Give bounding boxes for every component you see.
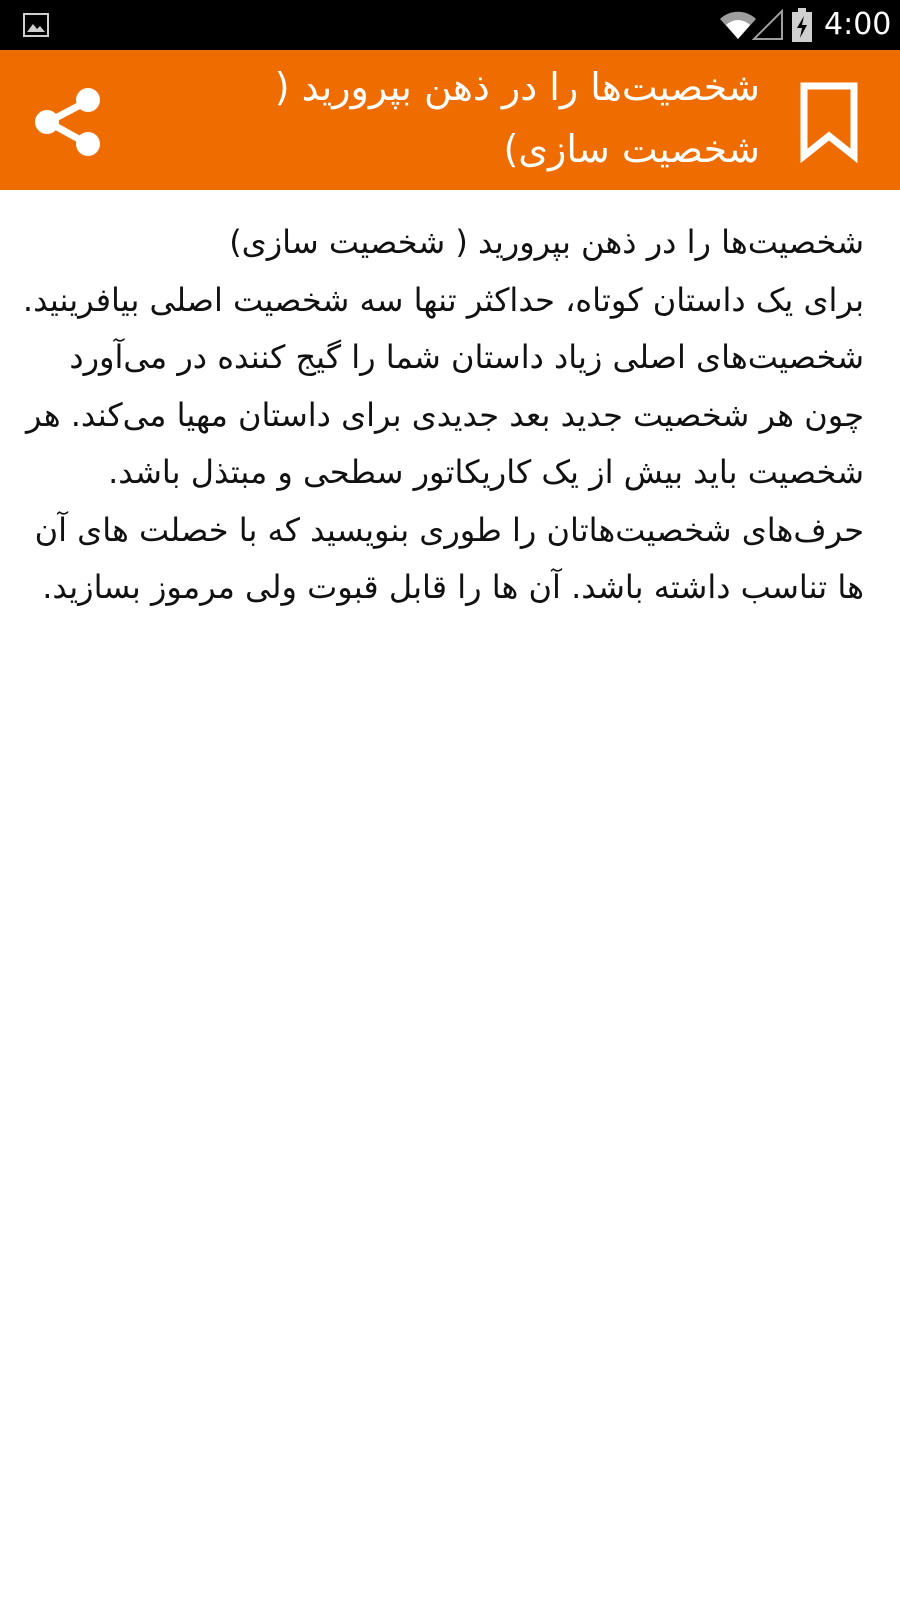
article-heading: شخصیت‌ها را در ذهن بپرورید ( شخصیت سازی) bbox=[229, 223, 864, 261]
bookmark-button[interactable] bbox=[790, 80, 870, 164]
share-button[interactable] bbox=[28, 80, 112, 164]
status-bar: 4:00 bbox=[0, 0, 900, 50]
image-notification-icon bbox=[23, 13, 49, 37]
bookmark-icon bbox=[800, 82, 858, 164]
signal-icon bbox=[752, 9, 783, 40]
article-body: برای یک داستان کوتاه، حداکثر تنها سه شخص… bbox=[22, 280, 864, 607]
share-icon bbox=[35, 88, 100, 156]
app-bar: شخصیت‌ها را در ذهن بپرورید ( شخصیت سازی) bbox=[0, 50, 900, 190]
battery-charging-icon bbox=[792, 8, 812, 42]
article-content: شخصیت‌ها را در ذهن بپرورید ( شخصیت سازی)… bbox=[20, 214, 864, 617]
page-title: شخصیت‌ها را در ذهن بپرورید ( شخصیت سازی) bbox=[274, 65, 760, 171]
status-clock: 4:00 bbox=[824, 7, 892, 42]
